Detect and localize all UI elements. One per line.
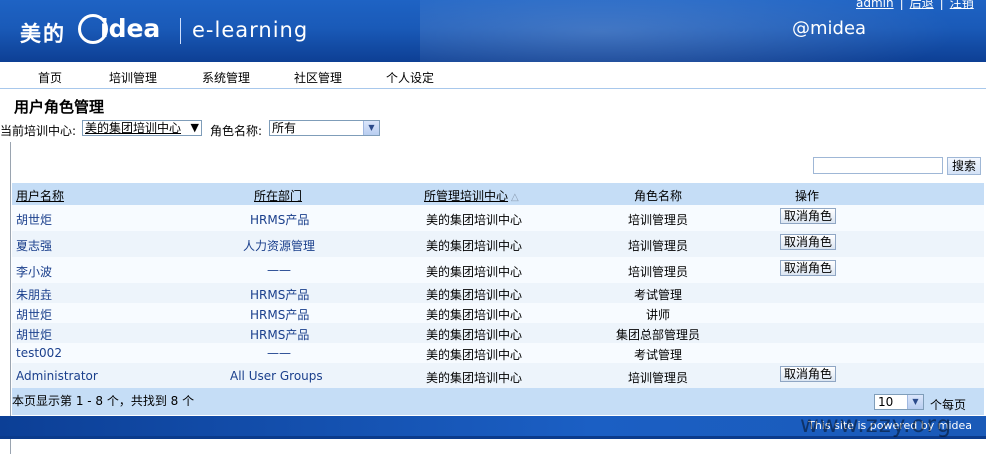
header-training-center[interactable]: 所管理培训中心 △ <box>424 187 519 204</box>
table-row: Administrator All User Groups 美的集团培训中心 培… <box>12 363 984 388</box>
search-input[interactable] <box>813 157 943 174</box>
logout-link[interactable]: 注销 <box>950 0 974 10</box>
cell-training-center: 美的集团培训中心 <box>426 213 523 227</box>
cell-role-name: 考试管理 <box>634 288 683 302</box>
logo-divider <box>180 18 181 44</box>
cancel-role-button[interactable]: 取消角色 <box>780 208 836 224</box>
cell-department: 人力资源管理 <box>243 239 316 253</box>
cell-user-name[interactable]: 胡世炬 <box>16 306 52 323</box>
cell-role-name: 培训管理员 <box>628 265 689 279</box>
table-footer: 本页显示第 1 - 8 个，共找到 8 个 10 ▼ 个每页 <box>12 388 984 415</box>
nav-training[interactable]: 培训管理 <box>109 69 157 86</box>
nav-home[interactable]: 首页 <box>38 69 62 86</box>
tagline: @midea <box>792 18 867 39</box>
cancel-role-button[interactable]: 取消角色 <box>780 234 836 250</box>
page-size-value: 10 <box>878 395 894 409</box>
cell-role-name: 培训管理员 <box>628 371 689 385</box>
center-select[interactable]: 美的集团培训中心 ▼ <box>82 120 202 136</box>
cell-training-center: 美的集团培训中心 <box>426 308 523 322</box>
center-select-value: 美的集团培训中心 <box>85 121 182 135</box>
cell-department: HRMS产品 <box>250 328 310 342</box>
role-label: 角色名称: <box>210 124 263 138</box>
nav-community[interactable]: 社区管理 <box>294 69 342 86</box>
cell-department: All User Groups <box>230 369 323 383</box>
cell-user-name[interactable]: test002 <box>16 346 62 360</box>
role-select-value: 所有 <box>272 121 297 135</box>
cell-user-name[interactable]: Administrator <box>16 369 98 383</box>
logo-english: idea <box>100 14 161 43</box>
cell-department: HRMS产品 <box>250 288 310 302</box>
cell-user-name[interactable]: 胡世炬 <box>16 211 52 228</box>
cell-role-name: 集团总部管理员 <box>616 328 701 342</box>
table-row: 胡世炬 HRMS产品 美的集团培训中心 培训管理员 取消角色 <box>12 205 984 231</box>
table-header: 用户名称 所在部门 所管理培训中心 △ 角色名称 操作 <box>12 183 984 205</box>
cell-department: HRMS产品 <box>250 213 310 227</box>
nav-system[interactable]: 系统管理 <box>202 69 250 86</box>
cell-training-center: 美的集团培训中心 <box>426 265 523 279</box>
cell-training-center: 美的集团培训中心 <box>426 328 523 342</box>
top-links: admin | 后退 | 注销 <box>856 0 974 11</box>
user-link[interactable]: admin <box>856 0 894 10</box>
cancel-role-button[interactable]: 取消角色 <box>780 260 836 276</box>
cell-training-center: 美的集团培训中心 <box>426 371 523 385</box>
cell-training-center: 美的集团培训中心 <box>426 288 523 302</box>
sort-asc-icon: △ <box>511 192 519 203</box>
chevron-down-icon: ▼ <box>363 121 379 135</box>
cell-role-name: 培训管理员 <box>628 213 689 227</box>
table-row: test002 —— 美的集团培训中心 考试管理 <box>12 343 984 363</box>
cell-user-name[interactable]: 李小波 <box>16 263 52 280</box>
logo-chinese: 美的 <box>20 22 66 46</box>
cell-role-name: 考试管理 <box>634 348 683 362</box>
table-row: 胡世炬 HRMS产品 美的集团培训中心 讲师 <box>12 303 984 323</box>
header-training-center-label: 所管理培训中心 <box>424 189 509 203</box>
role-select[interactable]: 所有 ▼ <box>269 120 380 136</box>
nav-personal[interactable]: 个人设定 <box>386 69 434 86</box>
table-row: 朱朋垚 HRMS产品 美的集团培训中心 考试管理 <box>12 283 984 303</box>
table-row: 夏志强 人力资源管理 美的集团培训中心 培训管理员 取消角色 <box>12 231 984 257</box>
table-row: 胡世炬 HRMS产品 美的集团培训中心 集团总部管理员 <box>12 323 984 343</box>
cell-department: —— <box>267 263 291 277</box>
left-guide-line <box>10 142 11 454</box>
main-nav: 首页 培训管理 系统管理 社区管理 个人设定 <box>0 64 986 89</box>
dropdown-arrow-icon: ▼ <box>190 121 199 134</box>
cell-department: —— <box>267 346 291 360</box>
center-label: 当前培训中心: <box>0 124 77 138</box>
cell-department: HRMS产品 <box>250 308 310 322</box>
cell-training-center: 美的集团培训中心 <box>426 239 523 253</box>
cell-user-name[interactable]: 夏志强 <box>16 237 52 254</box>
pagination-info: 本页显示第 1 - 8 个，共找到 8 个 <box>12 394 195 408</box>
per-page-label: 个每页 <box>930 398 967 412</box>
header-banner: 美的 idea e-learning @midea admin | 后退 | 注销 <box>0 0 986 62</box>
cancel-role-button[interactable]: 取消角色 <box>780 366 836 382</box>
cell-role-name: 讲师 <box>646 308 671 322</box>
cell-role-name: 培训管理员 <box>628 239 689 253</box>
header-action: 操作 <box>795 189 820 203</box>
chevron-down-icon: ▼ <box>907 395 923 409</box>
product-name: e-learning <box>192 18 309 42</box>
cell-training-center: 美的集团培训中心 <box>426 348 523 362</box>
page-title: 用户角色管理 <box>14 98 105 116</box>
header-department[interactable]: 所在部门 <box>254 187 302 204</box>
search-button[interactable]: 搜索 <box>947 157 981 175</box>
header-role-name: 角色名称 <box>634 189 683 203</box>
back-link[interactable]: 后退 <box>910 0 934 10</box>
table-row: 李小波 —— 美的集团培训中心 培训管理员 取消角色 <box>12 257 984 283</box>
watermark: www.zzy.org <box>800 412 953 438</box>
header-user-name[interactable]: 用户名称 <box>16 187 64 204</box>
page-size-select[interactable]: 10 ▼ <box>874 394 924 410</box>
cell-user-name[interactable]: 胡世炬 <box>16 326 52 343</box>
cell-user-name[interactable]: 朱朋垚 <box>16 286 52 303</box>
